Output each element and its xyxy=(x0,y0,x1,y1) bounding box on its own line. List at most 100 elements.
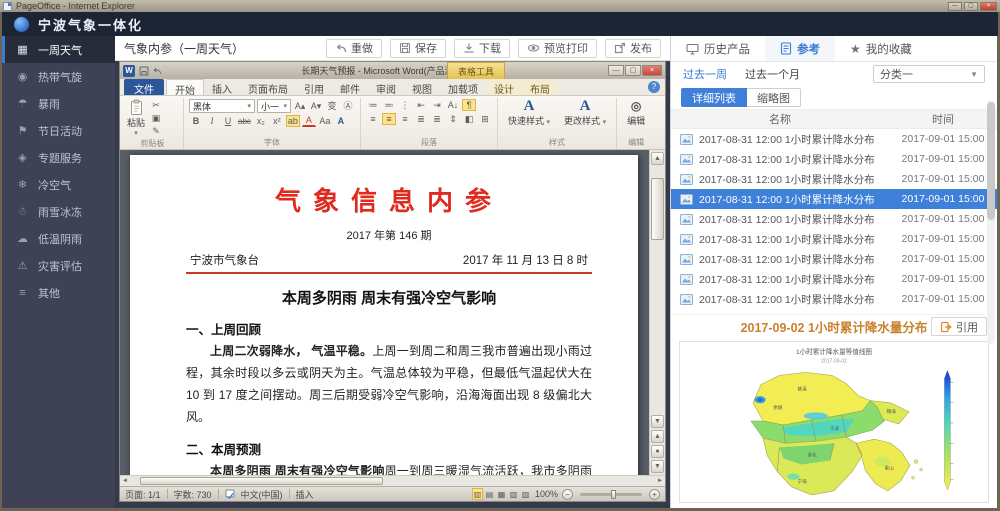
distribute-button[interactable]: ≣ xyxy=(430,113,444,125)
find-button[interactable]: ◎编辑 xyxy=(622,99,650,127)
underline-button[interactable]: U xyxy=(221,115,235,127)
tab-history-products[interactable]: 历史产品 xyxy=(671,36,765,61)
maximize-button[interactable]: ▢ xyxy=(964,2,978,11)
increase-indent-button[interactable]: ⇥ xyxy=(430,99,444,111)
spellcheck-icon[interactable] xyxy=(225,489,235,499)
scroll-up-icon[interactable]: ▲ xyxy=(651,152,664,165)
cut-button[interactable]: ✂ xyxy=(149,99,163,111)
full-screen-reading-view-button[interactable]: ▤ xyxy=(484,488,495,500)
quick-save-icon[interactable] xyxy=(139,66,149,76)
table-row[interactable]: 2017-08-31 12:00 1小时累计降水分布 2017-09-01 15… xyxy=(671,189,997,209)
sidebar-item[interactable]: ⚑ 节日活动 xyxy=(2,117,115,144)
word-tab-0[interactable]: 文件 xyxy=(124,79,164,95)
doc-horizontal-scrollbar[interactable]: ◄ ► xyxy=(120,475,665,486)
decrease-indent-button[interactable]: ⇤ xyxy=(414,99,428,111)
text-highlight-button[interactable]: ab xyxy=(286,115,300,127)
sort-button[interactable]: A↓ xyxy=(446,99,460,111)
shrink-font-button[interactable]: A▾ xyxy=(309,100,323,112)
select-browse-object-icon[interactable]: ● xyxy=(651,445,664,458)
bold-button[interactable]: B xyxy=(189,115,203,127)
minimize-button[interactable]: — xyxy=(948,2,962,11)
filter-past-week[interactable]: 过去一周 xyxy=(683,66,727,82)
table-row[interactable]: 2017-08-31 12:00 1小时累计降水分布 2017-09-01 15… xyxy=(671,269,997,289)
filter-past-month[interactable]: 过去一个月 xyxy=(745,66,800,82)
sidebar-item[interactable]: ❄ 冷空气 xyxy=(2,171,115,198)
quick-styles-button[interactable]: A快速样式 ▾ xyxy=(503,99,555,127)
enclose-character-button[interactable]: Ⓐ xyxy=(341,100,355,112)
document-page[interactable]: 气象信息内参 2017 年第 146 期 宁波市气象台 2017 年 11 月 … xyxy=(130,155,638,475)
status-language[interactable]: 中文(中国) xyxy=(241,488,283,501)
sidebar-item[interactable]: ◈ 专题服务 xyxy=(2,144,115,171)
quick-undo-icon[interactable] xyxy=(152,66,162,76)
italic-button[interactable]: I xyxy=(205,115,219,127)
sidebar-item[interactable]: ☁ 低温阴雨 xyxy=(2,225,115,252)
change-case-button[interactable]: Aa xyxy=(318,115,332,127)
zoom-in-icon[interactable]: + xyxy=(649,489,660,500)
help-icon[interactable]: ? xyxy=(648,81,660,93)
word-close-button[interactable]: × xyxy=(642,65,662,76)
status-zoom-level[interactable]: 100% xyxy=(535,489,558,499)
category-select[interactable]: 分类一 ▼ xyxy=(873,65,985,83)
show-marks-button[interactable]: ¶ xyxy=(462,99,476,111)
zoom-slider[interactable] xyxy=(580,493,642,496)
tab-reference[interactable]: 参考 xyxy=(765,36,835,61)
sidebar-item[interactable]: ◉ 热带气旋 xyxy=(2,63,115,90)
save-button[interactable]: 保存 xyxy=(390,39,446,58)
scroll-down-icon[interactable]: ▼ xyxy=(651,415,664,428)
word-tab-9[interactable]: 设计 xyxy=(486,79,522,95)
doc-hscrollbar-thumb[interactable] xyxy=(140,477,383,485)
shading-button[interactable]: ◧ xyxy=(462,113,476,125)
numbering-button[interactable]: ≕ xyxy=(382,99,396,111)
font-name-select[interactable]: 黑体▾ xyxy=(189,99,255,113)
scroll-left-icon[interactable]: ◄ xyxy=(122,478,128,484)
table-row[interactable]: 2017-08-31 12:00 1小时累计降水分布 2017-09-01 15… xyxy=(671,209,997,229)
next-page-icon[interactable]: ▼ xyxy=(651,460,664,473)
grow-font-button[interactable]: A▴ xyxy=(293,100,307,112)
change-styles-button[interactable]: A更改样式 ▾ xyxy=(559,99,611,127)
sidebar-item[interactable]: ☂ 暴雨 xyxy=(2,90,115,117)
strikethrough-button[interactable]: abc xyxy=(237,115,252,127)
download-button[interactable]: 下载 xyxy=(454,39,510,58)
detail-list-button[interactable]: 详细列表 xyxy=(681,88,747,107)
doc-scrollbar-thumb[interactable] xyxy=(651,178,664,240)
superscript-button[interactable]: x² xyxy=(270,115,284,127)
sidebar-item[interactable]: ☃ 雨雪冰冻 xyxy=(2,198,115,225)
borders-button[interactable]: ⊞ xyxy=(478,113,492,125)
word-tab-7[interactable]: 视图 xyxy=(404,79,440,95)
word-tab-10[interactable]: 布局 xyxy=(522,79,558,95)
redo-button[interactable]: 重做 xyxy=(326,39,382,58)
table-row[interactable]: 2017-08-31 12:00 1小时累计降水分布 2017-09-01 15… xyxy=(671,149,997,169)
table-row[interactable]: 2017-08-31 12:00 1小时累计降水分布 2017-09-01 15… xyxy=(671,289,997,309)
table-tools-tab[interactable]: 表格工具 xyxy=(447,62,505,79)
table-row[interactable]: 2017-08-31 12:00 1小时累计降水分布 2017-09-01 15… xyxy=(671,129,997,149)
column-name[interactable]: 名称 xyxy=(671,111,889,127)
sidebar-item[interactable]: ⚠ 灾害评估 xyxy=(2,252,115,279)
publish-button[interactable]: 发布 xyxy=(605,39,661,58)
sidebar-item[interactable]: ≡ 其他 xyxy=(2,279,115,306)
scroll-right-icon[interactable]: ► xyxy=(657,478,663,484)
status-insert-mode[interactable]: 插入 xyxy=(296,488,314,501)
web-layout-view-button[interactable]: ▦ xyxy=(496,488,507,500)
doc-vertical-scrollbar[interactable]: ▲ ▼ ▲ ● ▼ xyxy=(649,150,665,475)
thumbnail-button[interactable]: 缩略图 xyxy=(747,88,801,107)
close-button[interactable]: × xyxy=(980,2,997,11)
previous-page-icon[interactable]: ▲ xyxy=(651,430,664,443)
word-maximize-button[interactable]: ▢ xyxy=(625,65,641,76)
word-minimize-button[interactable]: — xyxy=(608,65,624,76)
align-right-button[interactable]: ≡ xyxy=(398,113,412,125)
phonetic-guide-button[interactable]: 变 xyxy=(325,100,339,112)
font-size-select[interactable]: 小一▾ xyxy=(257,99,291,113)
status-word-count[interactable]: 字数: 730 xyxy=(174,488,212,501)
status-page[interactable]: 页面: 1/1 xyxy=(125,488,161,501)
line-spacing-button[interactable]: ⇕ xyxy=(446,113,460,125)
word-tab-6[interactable]: 审阅 xyxy=(368,79,404,95)
text-effects-button[interactable]: A xyxy=(334,115,348,127)
draft-view-button[interactable]: ▨ xyxy=(520,488,531,500)
word-tab-4[interactable]: 引用 xyxy=(296,79,332,95)
column-time[interactable]: 时间 xyxy=(889,111,997,127)
panel-scrollbar[interactable] xyxy=(987,100,995,344)
table-row[interactable]: 2017-08-31 12:00 1小时累计降水分布 2017-09-01 15… xyxy=(671,229,997,249)
word-tab-1[interactable]: 开始 xyxy=(166,79,204,95)
outline-view-button[interactable]: ▧ xyxy=(508,488,519,500)
word-tab-2[interactable]: 插入 xyxy=(204,79,240,95)
